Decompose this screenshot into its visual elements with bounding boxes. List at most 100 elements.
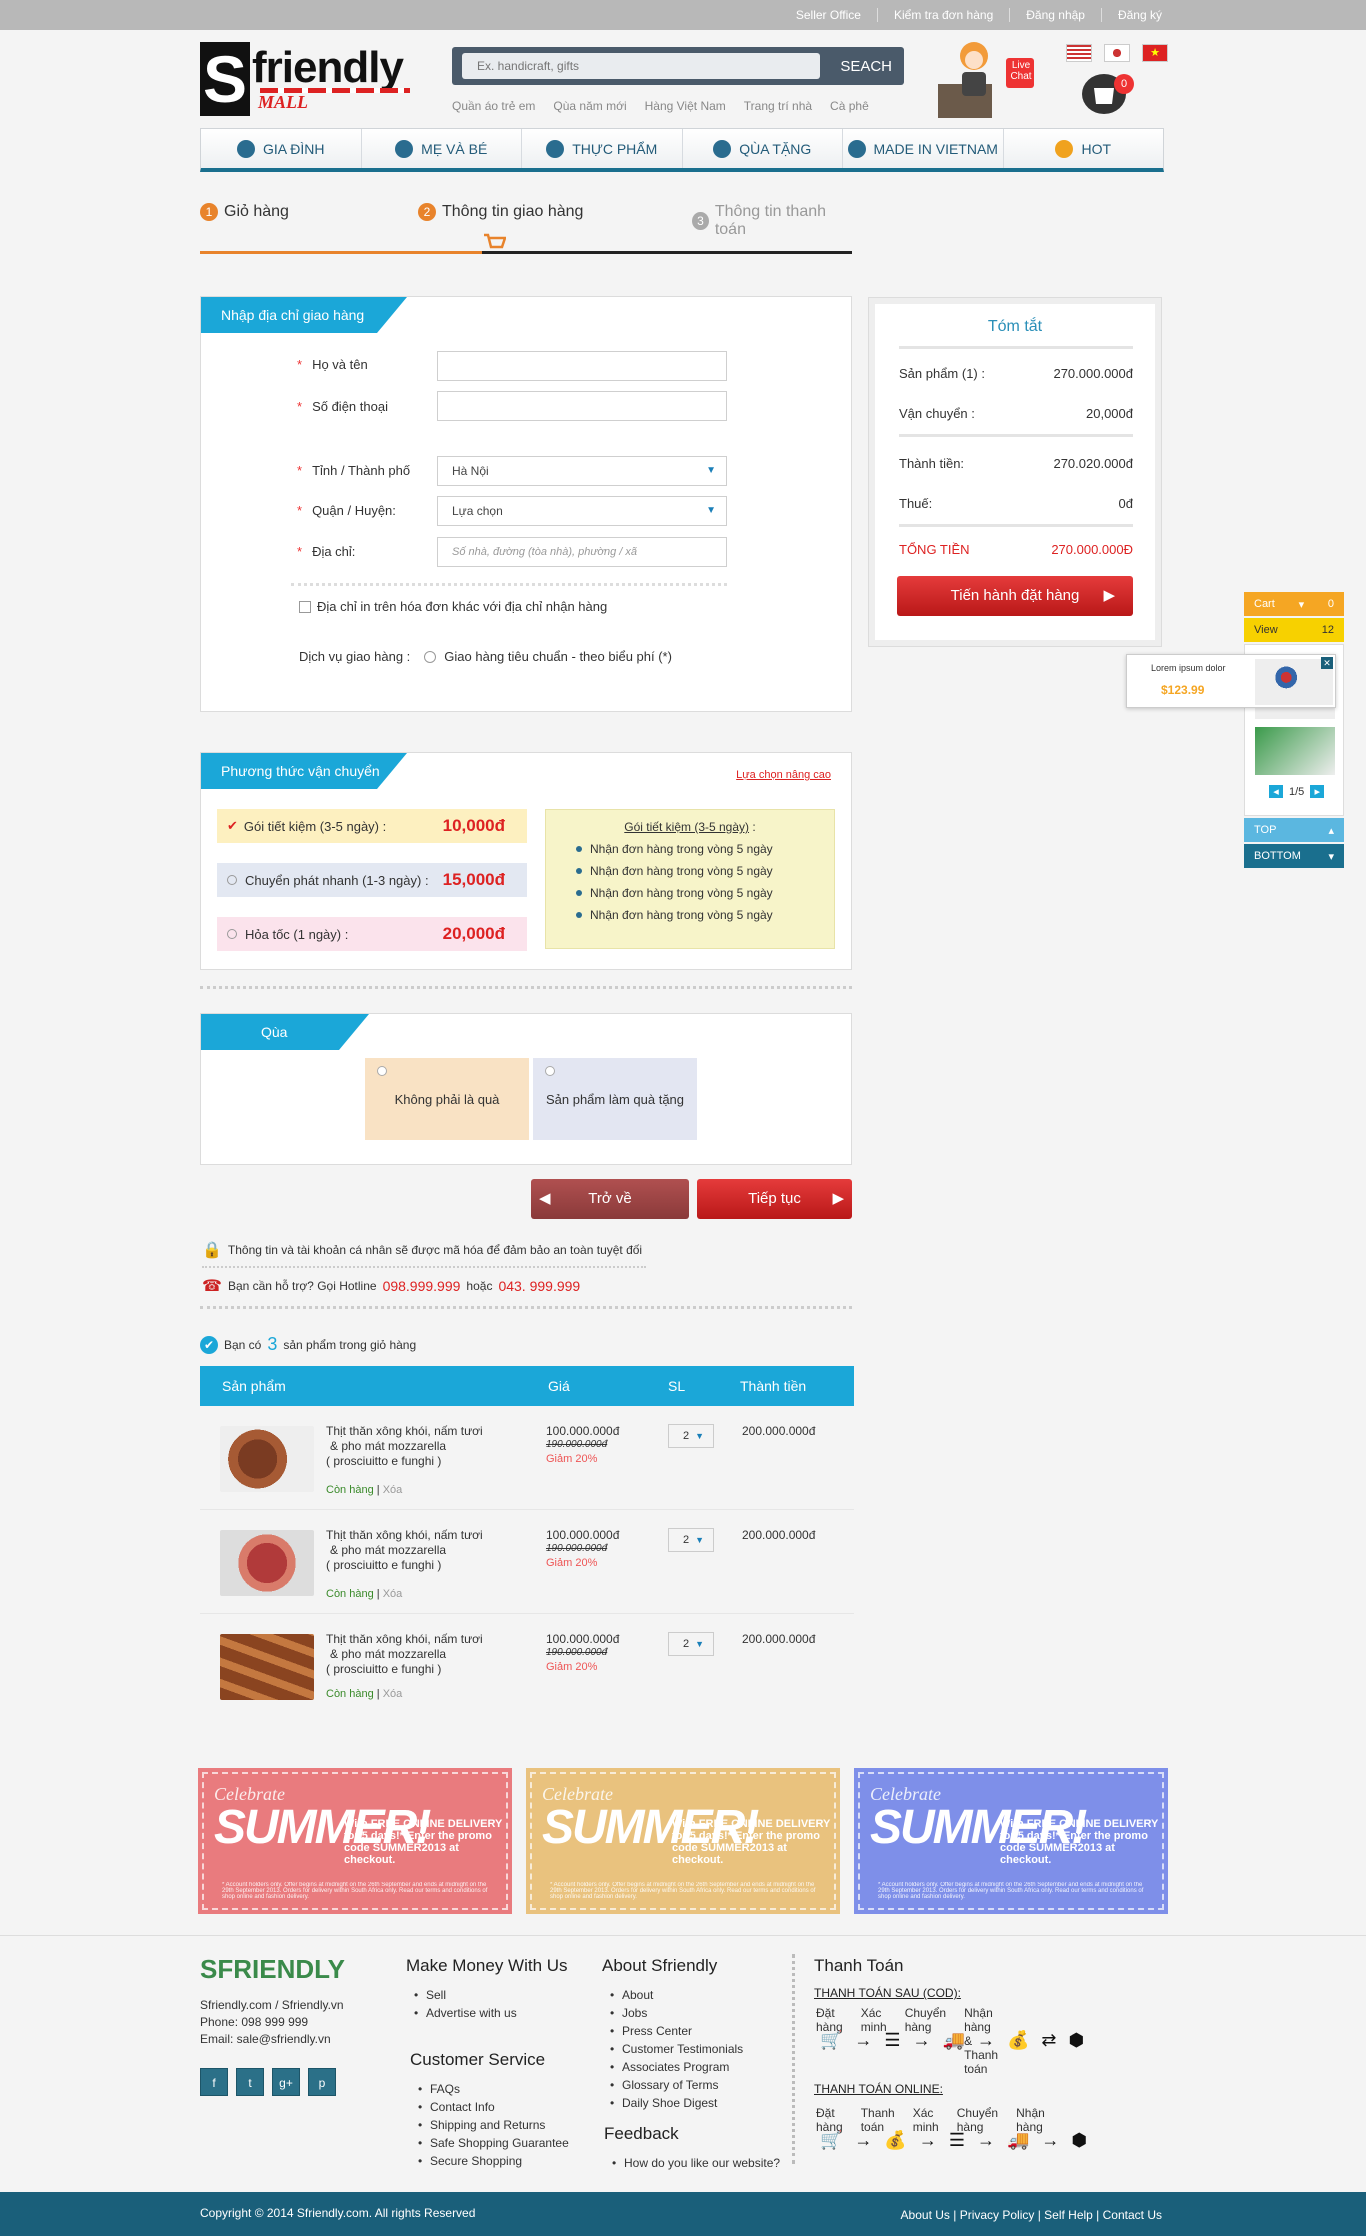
product-name[interactable]: Thịt thăn xông khói, nấm tươi & pho mát m… [326,1528,483,1573]
footer-logo[interactable]: SFRIENDLY [200,1954,345,1985]
footer-link[interactable]: Jobs [602,2004,743,2022]
advanced-options-link[interactable]: Lựa chọn nâng cao [736,769,831,781]
step-payment-info[interactable]: 3 Thông tin thanh toán [692,203,852,239]
service-radio[interactable] [424,650,437,663]
search-input[interactable] [462,53,820,79]
footer-link[interactable]: Associates Program [602,2058,743,2076]
login-link[interactable]: Đăng nhập [1010,8,1102,22]
gift-option-yes[interactable]: Sản phẩm làm quà tặng [533,1058,697,1140]
district-select[interactable]: Lựa chọn [437,496,727,526]
product-name[interactable]: Thịt thăn xông khói, nấm tươi & pho mát m… [326,1424,483,1469]
suggest-link[interactable]: Trang trí nhà [744,99,812,113]
promo-coupon[interactable]: Celebrate SUMMER! With FREE ONLINE DELIV… [854,1768,1168,1914]
product-name[interactable]: Thịt thăn xông khói, nấm tươi & pho mát m… [326,1632,483,1677]
quantity-select[interactable]: 2 ▼ [668,1632,714,1656]
sidebar-view[interactable]: View 12 [1244,618,1344,642]
address-field[interactable]: Số nhà, đường (tòa nhà), phường / xã [437,537,727,567]
us-flag-icon[interactable] [1066,44,1092,62]
delete-link[interactable]: Xóa [383,1484,403,1496]
footer-link[interactable]: Shipping and Returns [410,2116,569,2134]
bottom-links[interactable]: About Us | Privacy Policy | Self Help | … [901,2208,1162,2222]
nav-mother-baby[interactable]: MẸ VÀ BÉ [362,129,522,168]
nav-gifts[interactable]: QÙA TẶNG [683,129,843,168]
product-image[interactable] [220,1634,314,1700]
name-field[interactable] [437,351,727,381]
close-icon[interactable]: ✕ [1321,657,1333,669]
footer-link[interactable]: FAQs [410,2080,569,2098]
sidebar-popup[interactable]: Lorem ipsum dolor $123.99 ✕ [1126,654,1336,708]
footer-link[interactable]: Secure Shopping [410,2152,569,2170]
gift-option-no[interactable]: Không phải là quà [365,1058,529,1140]
delete-link[interactable]: Xóa [383,1688,403,1700]
city-select[interactable]: Hà Nội [437,456,727,486]
pinterest-icon[interactable]: p [308,2068,336,2096]
product-image[interactable] [220,1530,314,1596]
suggest-link[interactable]: Quần áo trẻ em [452,99,535,113]
radio-icon[interactable] [227,875,237,885]
suggest-link[interactable]: Qùa năm mới [553,99,626,113]
shipping-option-economy[interactable]: ✔ Gói tiết kiệm (3-5 ngày) : 10,000đ [217,809,527,843]
footer-link[interactable]: Daily Shoe Digest [602,2094,743,2112]
invoice-address-option[interactable]: Địa chỉ in trên hóa đơn khác với địa chỉ… [299,599,607,614]
twitter-icon[interactable]: t [236,2068,264,2096]
footer-link[interactable]: Sell [406,1986,568,2004]
back-button[interactable]: ◀ Trở về [531,1179,689,1219]
continue-button[interactable]: Tiếp tục ▶ [697,1179,852,1219]
seller-office-link[interactable]: Seller Office [780,8,878,22]
footer-link[interactable]: Glossary of Terms [602,2076,743,2094]
step-shipping-info[interactable]: 2 Thông tin giao hàng [418,203,583,221]
quantity-select[interactable]: 2 ▼ [668,1528,714,1552]
footer-link[interactable]: Contact Info [410,2098,569,2116]
vietnam-flag-icon[interactable]: ★ [1142,44,1168,62]
footer-link[interactable]: Advertise with us [406,2004,568,2022]
suggest-link[interactable]: Cà phê [830,99,869,113]
prev-icon[interactable]: ◂ [1269,785,1283,798]
footer-link[interactable]: About [602,1986,743,2004]
nav-hot[interactable]: HOT [1004,129,1164,168]
footer-link[interactable]: Safe Shopping Guarantee [410,2134,569,2152]
facebook-icon[interactable]: f [200,2068,228,2096]
suggest-link[interactable]: Hàng Việt Nam [645,99,726,113]
invoice-checkbox[interactable] [299,600,311,613]
hotline-number-1[interactable]: 098.999.999 [383,1278,461,1294]
korea-flag-icon[interactable] [1104,44,1130,62]
radio-icon[interactable] [227,929,237,939]
logo[interactable]: S friendly MALL [200,40,415,120]
cart-count-badge: 0 [1114,74,1134,94]
column-header: Giá [548,1378,570,1394]
live-chat-mascot[interactable]: Live Chat [936,38,1036,120]
register-link[interactable]: Đăng ký [1102,8,1162,22]
hotline-number-2[interactable]: 043. 999.999 [498,1278,580,1294]
promo-coupon[interactable]: Celebrate SUMMER! With FREE ONLINE DELIV… [198,1768,512,1914]
promo-coupon[interactable]: Celebrate SUMMER! With FREE ONLINE DELIV… [526,1768,840,1914]
radio-icon[interactable] [377,1066,387,1076]
phone-field[interactable] [437,391,727,421]
shipping-option-rush[interactable]: Hỏa tốc (1 ngày) : 20,000đ [217,917,527,951]
footer-link[interactable]: Customer Testimonials [602,2040,743,2058]
delete-link[interactable]: Xóa [383,1588,403,1600]
sidebar-cart[interactable]: Cart ▾ 0 [1244,592,1344,616]
scroll-top-button[interactable]: TOP ▴ [1244,818,1344,842]
nav-family[interactable]: GIA ĐÌNH [201,129,362,168]
search-button[interactable]: SEACH [840,58,892,75]
nav-made-in-vietnam[interactable]: MADE IN VIETNAM [843,129,1004,168]
step-number: 1 [200,203,218,221]
product-image[interactable] [220,1426,314,1492]
shipping-option-express[interactable]: Chuyển phát nhanh (1-3 ngày) : 15,000đ [217,863,527,897]
step-cart[interactable]: 1 Giỏ hàng [200,203,289,221]
footer-link[interactable]: How do you like our website? [604,2154,780,2172]
footer: SFRIENDLY Sfriendly.com / Sfriendly.vn P… [0,1935,1366,2191]
google-plus-icon[interactable]: g+ [272,2068,300,2096]
nav-food[interactable]: THỰC PHẨM [522,129,683,168]
quantity-value: 2 [683,1638,690,1650]
quantity-select[interactable]: 2 ▼ [668,1424,714,1448]
floating-sidebar: Cart ▾ 0 View 12 ◂ 1/5 ▸ TOP ▴ BOTTOM ▾ [1244,592,1344,868]
scroll-bottom-button[interactable]: BOTTOM ▾ [1244,844,1344,868]
next-icon[interactable]: ▸ [1310,785,1325,798]
thumb-image[interactable] [1255,727,1335,775]
radio-icon[interactable] [545,1066,555,1076]
coupon-fineprint: * Account holders only. Offer begins at … [878,1882,1144,1900]
order-check-link[interactable]: Kiểm tra đơn hàng [878,8,1011,22]
footer-link[interactable]: Press Center [602,2022,743,2040]
place-order-button[interactable]: Tiến hành đặt hàng ▶ [897,576,1133,616]
